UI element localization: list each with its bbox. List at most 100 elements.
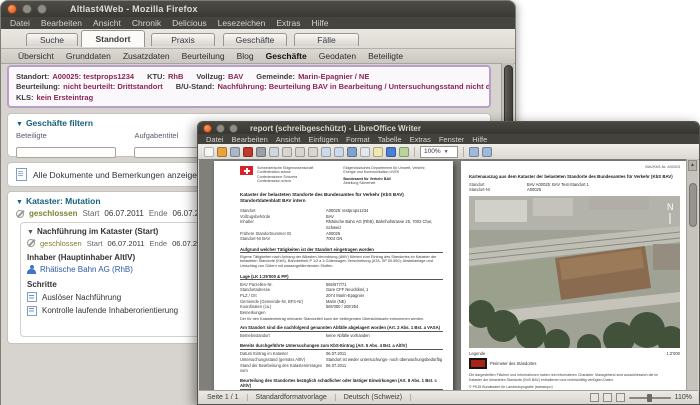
firefox-titlebar[interactable]: Altlast4Web - Mozilla Firefox (1, 1, 515, 17)
status-state: geschlossen (29, 209, 78, 218)
map-info-rows: Standort BAV A00025: BAV Test-Standort 1S… (469, 182, 680, 193)
menu-item[interactable]: Hilfe (472, 135, 487, 144)
inhaber-link[interactable]: Rhätische Bahn AG (RhB) (40, 265, 133, 274)
hyperlink-icon[interactable] (347, 146, 357, 157)
tab-praxis[interactable]: Praxis (151, 33, 215, 46)
menu-item[interactable]: Datei (10, 18, 30, 28)
info-label: Vollzug: (196, 71, 226, 81)
menu-item[interactable]: Chronik (132, 18, 161, 28)
find-replace-icon[interactable] (373, 146, 383, 157)
task-icon (27, 292, 37, 302)
scrollbar-thumb[interactable] (688, 183, 697, 227)
table-icon[interactable] (360, 146, 370, 157)
print-preview-icon[interactable] (269, 146, 279, 157)
scroll-up-icon[interactable]: ▲ (688, 160, 697, 171)
subtab-grunddaten[interactable]: Grunddaten (66, 51, 111, 61)
undo-icon[interactable] (321, 146, 331, 157)
section-heading: Bereits durchgeführte Untersuchungen zum… (240, 343, 443, 350)
minimize-icon[interactable] (22, 4, 32, 14)
page-previous-icon[interactable] (469, 146, 479, 157)
menu-item[interactable]: Datei (206, 135, 224, 144)
maximize-icon[interactable] (229, 123, 238, 133)
book-view-icon[interactable] (615, 393, 625, 402)
maximize-icon[interactable] (37, 4, 47, 14)
copy-icon[interactable] (295, 146, 305, 157)
section-text: Eigene Tätigkeiten nach Anhang der Altla… (240, 254, 437, 269)
close-icon[interactable] (7, 4, 17, 14)
dept-line: Energie und Kommunikation UVEK (343, 170, 400, 175)
subtab-zusatzdaten[interactable]: Zusatzdaten (123, 51, 170, 61)
menu-item[interactable]: Bearbeiten (41, 18, 82, 28)
minimize-icon[interactable] (216, 123, 225, 133)
statusbar-zoom[interactable]: 110% (675, 394, 692, 401)
menu-item[interactable]: Ansicht (276, 135, 301, 144)
tab-standort[interactable]: Standort (81, 30, 145, 47)
subtab-beurteilung[interactable]: Beurteilung (182, 51, 225, 61)
menu-item[interactable]: Extras (276, 18, 300, 28)
navigator-icon[interactable] (386, 146, 396, 157)
zoom-slider-knob[interactable] (646, 393, 652, 402)
subtab-blog[interactable]: Blog (237, 51, 254, 61)
toolbar-separator (414, 146, 415, 157)
menu-item[interactable]: Einfügen (308, 135, 338, 144)
paste-icon[interactable] (308, 146, 318, 157)
redo-icon[interactable] (334, 146, 344, 157)
end-label: Ende (149, 238, 168, 248)
show-documents-link[interactable]: Alle Dokumente und Bemerkungen anzeigen (33, 170, 202, 180)
menu-item[interactable]: Delicious (172, 18, 207, 28)
tab-suche[interactable]: Suche (26, 33, 78, 46)
export-pdf-icon[interactable] (243, 146, 253, 157)
tab-strip: Suche Standort Praxis Geschäfte Fälle (1, 29, 515, 49)
subtab-geschaefte[interactable]: Geschäfte (266, 51, 307, 61)
writer-scrollbar[interactable]: ▲ (686, 159, 698, 391)
tab-geschaefte[interactable]: Geschäfte (223, 33, 287, 46)
menu-item[interactable]: Tabelle (378, 135, 402, 144)
person-icon (27, 264, 36, 274)
menu-item[interactable]: Format (346, 135, 370, 144)
division-name: Abteilung Sicherheit (343, 180, 376, 185)
statusbar-page[interactable]: Seite 1 / 1 (205, 394, 248, 401)
subtab-beteiligte[interactable]: Beteiligte (368, 51, 403, 61)
page2-corner-ref: BAV/KbS-Nr. A00025 (645, 165, 680, 169)
section-heading: Beurteilung des Standortes bezüglich sch… (240, 378, 443, 390)
document-header: Schweizerische Eidgenossenschaft Confédér… (240, 166, 443, 185)
print-icon[interactable] (256, 146, 266, 157)
legend-row: Legende 1:2'000 (469, 351, 680, 356)
gallery-icon[interactable] (399, 146, 409, 157)
zoom-slider[interactable] (628, 393, 671, 402)
single-page-view-icon[interactable] (589, 393, 599, 402)
info-label: Standort: (16, 71, 50, 81)
section-heading: Am Standort sind die nachfolgend genannt… (240, 325, 443, 332)
firefox-menubar: Datei Bearbeiten Ansicht Chronik Delicious Le… (1, 17, 515, 29)
page-next-icon[interactable] (482, 146, 492, 157)
menu-item[interactable]: Hilfe (311, 18, 328, 28)
aerial-photo: N (469, 195, 680, 348)
save-icon[interactable] (230, 146, 240, 157)
cut-icon[interactable] (282, 146, 292, 157)
document-title: Kataster der belasteten Standorte des Bu… (240, 192, 404, 204)
beteiligte-input[interactable] (16, 147, 116, 158)
menu-item[interactable]: Bearbeiten (232, 135, 268, 144)
statusbar-style[interactable]: Standardformatvorlage (248, 394, 336, 401)
menu-item[interactable]: Ansicht (93, 18, 121, 28)
menu-item[interactable]: Extras (410, 135, 431, 144)
open-icon[interactable] (217, 146, 227, 157)
field-row: Standort-Nr BAV 7004 GN (240, 236, 343, 242)
close-icon[interactable] (203, 123, 212, 133)
toolbar-icons (204, 146, 409, 157)
menu-item[interactable]: Fenster (439, 135, 464, 144)
subtab-geodaten[interactable]: Geodaten (319, 51, 356, 61)
zoom-combobox[interactable]: 100% ▼ (420, 145, 458, 158)
tab-faelle[interactable]: Fälle (294, 33, 359, 46)
multi-page-view-icon[interactable] (602, 393, 612, 402)
schritt-row[interactable]: Kontrolle laufende Inhaberorientierung ✓ (27, 305, 205, 316)
field-row: Betriebsstandort keine Abfälle vorhanden (240, 333, 370, 339)
menu-item[interactable]: Lesezeichen (218, 18, 266, 28)
field-beteiligte: Beteiligte (16, 128, 116, 160)
statusbar-language[interactable]: Deutsch (Schweiz) (336, 394, 412, 401)
new-document-icon[interactable] (204, 146, 214, 157)
subtab-uebersicht[interactable]: Übersicht (18, 51, 54, 61)
schritt-row[interactable]: Auslöser Nachführung ✓ (27, 292, 205, 302)
lage-note: Der für den Katastereintrag relevante St… (240, 316, 425, 321)
libreoffice-titlebar[interactable]: report (schreibgeschützt) - LibreOffice … (198, 122, 699, 134)
